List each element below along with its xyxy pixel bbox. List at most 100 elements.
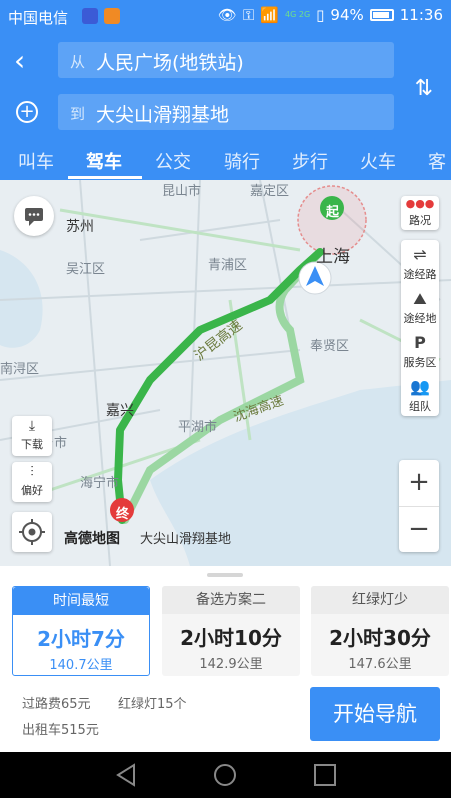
map-pin-icon: ⛰ xyxy=(413,289,427,308)
map-label: 南浔区 xyxy=(0,362,40,377)
preference-label: 偏好 xyxy=(21,484,43,497)
origin-prefix: 从 xyxy=(70,53,86,71)
transport-tabs: 叫车 驾车 公交 骑行 步行 火车 客 xyxy=(0,142,451,180)
route-option-time: 2小时10分 xyxy=(180,626,282,650)
route-branch-icon: ⇌ xyxy=(413,245,427,264)
clock: 11:36 xyxy=(399,6,443,24)
route-option-distance: 142.9公里 xyxy=(199,657,263,672)
service-area-label: 服务区 xyxy=(403,356,437,369)
traffic-light-icon: ●●● xyxy=(405,197,435,210)
amap-logo: 高德地图 xyxy=(64,531,120,547)
route-option-distance: 147.6公里 xyxy=(348,657,412,672)
map-label: 青浦区 xyxy=(208,258,248,273)
tab-bike[interactable]: 骑行 xyxy=(224,148,260,174)
battery-icon xyxy=(369,9,394,21)
map-label: 昆山市 xyxy=(162,184,202,199)
sim-icon: ▯ xyxy=(316,6,325,24)
download-button[interactable]: ⤓ 下载 xyxy=(12,416,52,456)
origin-value: 人民广场(地铁站) xyxy=(96,52,244,74)
add-waypoint-button[interactable]: + xyxy=(16,101,38,123)
tab-transit[interactable]: 公交 xyxy=(155,148,191,174)
battery-percent: 94% xyxy=(330,6,364,24)
via-place-button[interactable]: ⛰ 途经地 xyxy=(401,284,439,328)
destination-map-label: 大尖山滑翔基地 xyxy=(140,532,232,547)
tab-taxi[interactable]: 叫车 xyxy=(18,148,54,174)
toll-info: 过路费65元 xyxy=(22,697,91,712)
map-canvas xyxy=(0,180,451,566)
zoom-control: + − xyxy=(399,460,439,552)
via-place-label: 途经地 xyxy=(403,312,437,325)
route-option-time: 2小时7分 xyxy=(37,627,125,651)
end-marker-label: 终 xyxy=(116,507,130,522)
via-road-label: 途经路 xyxy=(403,268,437,281)
zoom-in-button[interactable]: + xyxy=(399,460,439,506)
download-icon: ⤓ xyxy=(28,418,36,434)
download-label: 下载 xyxy=(21,438,43,451)
route-option-3[interactable]: 红绿灯少 2小时30分 147.6公里 xyxy=(311,586,449,676)
route-option-header: 时间最短 xyxy=(13,587,149,615)
map-view[interactable]: 苏州 昆山市 嘉定区 吴江区 青浦区 上海 奉贤区 南浔区 嘉兴 平湖市 桐乡市… xyxy=(0,180,451,566)
eye-icon: 👁 xyxy=(217,6,237,24)
feedback-button[interactable] xyxy=(14,196,54,236)
sliders-icon: ⫶ xyxy=(30,464,34,480)
tab-walk[interactable]: 步行 xyxy=(292,148,328,174)
route-option-header: 备选方案二 xyxy=(162,586,300,614)
route-option-2[interactable]: 备选方案二 2小时10分 142.9公里 xyxy=(162,586,300,676)
back-nav-icon xyxy=(116,763,135,787)
map-label: 奉贤区 xyxy=(310,339,350,354)
team-label: 组队 xyxy=(409,400,431,413)
destination-prefix: 到 xyxy=(70,105,86,123)
destination-field[interactable]: 到 大尖山滑翔基地 xyxy=(58,94,394,130)
map-label: 上海 xyxy=(316,247,350,267)
traffic-label: 路况 xyxy=(409,214,431,227)
swap-route-button[interactable]: ⇅ xyxy=(415,76,433,101)
people-icon: 👥 xyxy=(410,377,430,396)
start-navigation-button[interactable]: 开始导航 xyxy=(310,687,440,741)
network-label: 4G 2G xyxy=(285,10,311,19)
map-label: 嘉定区 xyxy=(250,184,290,199)
tab-drive[interactable]: 驾车 xyxy=(86,148,122,174)
map-label: 海宁市 xyxy=(80,476,120,491)
tab-coach[interactable]: 客 xyxy=(428,148,446,174)
key-icon: ⚿ xyxy=(242,6,255,24)
status-icons: 👁 ⚿ 📶 4G 2G ▯ 94% 11:36 xyxy=(218,6,443,24)
service-area-button[interactable]: P 服务区 xyxy=(401,328,439,372)
route-option-time: 2小时30分 xyxy=(329,626,431,650)
taxi-fare-info: 出租车515元 xyxy=(22,723,99,738)
origin-field[interactable]: 从 人民广场(地铁站) xyxy=(58,42,394,78)
route-panel: 时间最短 2小时7分 140.7公里 备选方案二 2小时10分 142.9公里 … xyxy=(0,566,451,752)
wifi-icon: 📶 xyxy=(260,6,280,24)
route-option-header: 红绿灯少 xyxy=(311,586,449,614)
traffic-button[interactable]: ●●● 路况 xyxy=(401,196,439,230)
parking-icon: P xyxy=(414,333,426,352)
drag-handle[interactable] xyxy=(207,573,243,577)
chat-icon xyxy=(25,208,43,226)
start-marker-label: 起 xyxy=(326,205,340,220)
recents-nav-icon xyxy=(314,764,336,786)
carrier-label: 中国电信 xyxy=(8,9,69,27)
route-option-distance: 140.7公里 xyxy=(49,658,113,673)
locate-button[interactable] xyxy=(12,512,52,552)
crosshair-icon xyxy=(19,519,45,545)
team-button[interactable]: 👥 组队 xyxy=(401,372,439,416)
preference-button[interactable]: ⫶ 偏好 xyxy=(12,462,52,502)
zoom-out-button[interactable]: − xyxy=(399,506,439,552)
route-option-1[interactable]: 时间最短 2小时7分 140.7公里 xyxy=(12,586,150,676)
back-button[interactable]: ‹ xyxy=(14,46,38,76)
route-header: ‹ 从 人民广场(地铁站) + 到 大尖山滑翔基地 ⇅ 叫车 驾车 公交 骑行 … xyxy=(0,32,451,180)
app-notification-icon xyxy=(82,8,98,24)
map-label: 平湖市 xyxy=(178,420,218,435)
status-bar: 中国电信 👁 ⚿ 📶 4G 2G ▯ 94% 11:36 xyxy=(0,0,451,32)
traffic-light-info: 红绿灯15个 xyxy=(118,697,187,712)
map-label: 嘉兴 xyxy=(106,403,134,419)
map-label: 苏州 xyxy=(66,219,94,235)
route-tools-panel: ⇌ 途经路 ⛰ 途经地 P 服务区 👥 组队 xyxy=(401,240,439,416)
active-tab-indicator xyxy=(68,176,142,179)
app-notification-icon xyxy=(104,8,120,24)
tab-train[interactable]: 火车 xyxy=(360,148,396,174)
map-label: 吴江区 xyxy=(66,262,106,277)
via-road-button[interactable]: ⇌ 途经路 xyxy=(401,240,439,284)
home-nav-icon xyxy=(214,764,236,786)
destination-value: 大尖山滑翔基地 xyxy=(96,104,230,126)
system-navigation-bar xyxy=(0,752,451,798)
